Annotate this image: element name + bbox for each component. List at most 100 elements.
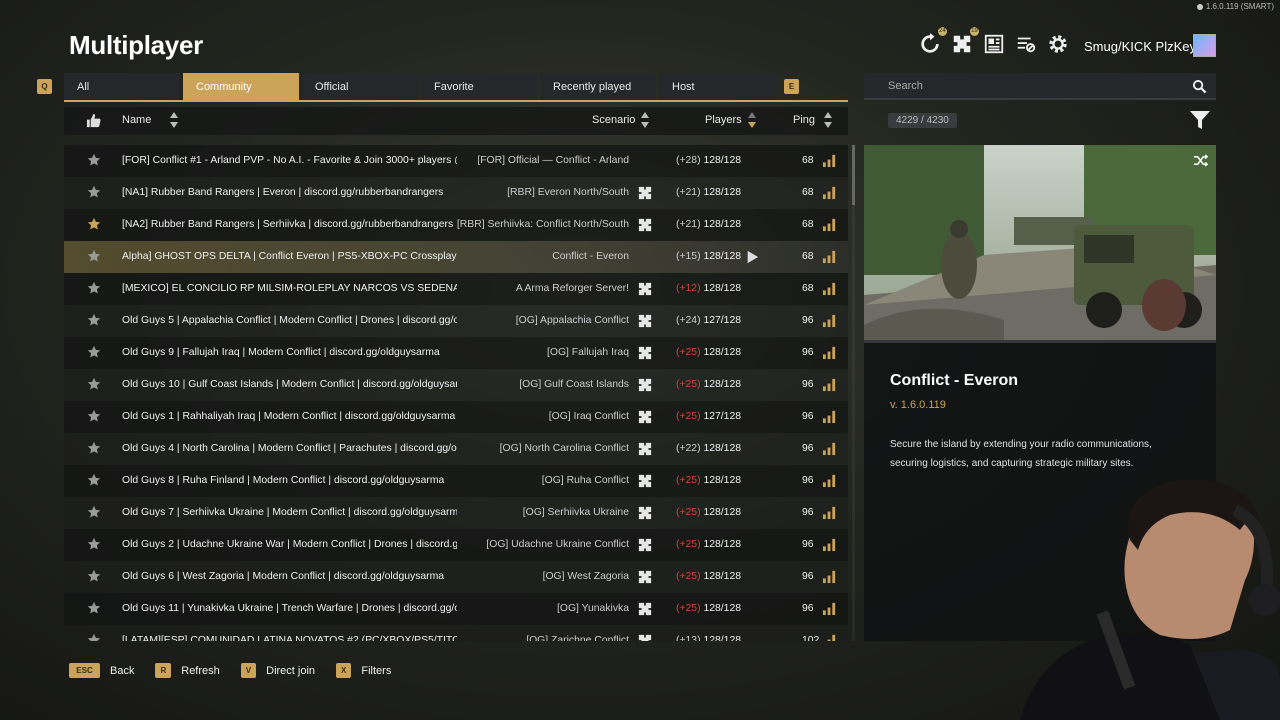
server-row[interactable]: Old Guys 9 | Fallujah Iraq | Modern Conf… bbox=[64, 337, 848, 369]
favorite-star-icon[interactable] bbox=[87, 505, 101, 519]
server-players: (+25) 128/128 bbox=[676, 347, 741, 358]
gear-icon[interactable] bbox=[1046, 32, 1070, 56]
server-name: Old Guys 2 | Udachne Ukraine War | Moder… bbox=[122, 539, 457, 550]
favorite-star-icon[interactable] bbox=[87, 633, 101, 641]
favorite-star-icon[interactable] bbox=[87, 281, 101, 295]
top-toolbar: 24 19 bbox=[918, 27, 1070, 56]
favorite-star-icon[interactable] bbox=[87, 441, 101, 455]
favorite-star-icon[interactable] bbox=[87, 569, 101, 583]
prev-tab-key-hint[interactable]: Q bbox=[37, 79, 52, 94]
signal-strength-icon bbox=[827, 634, 836, 641]
tab-official[interactable]: Official bbox=[302, 73, 418, 100]
favorite-star-icon[interactable] bbox=[87, 249, 101, 263]
avatar[interactable] bbox=[1193, 34, 1216, 57]
column-ping[interactable]: Ping bbox=[793, 114, 815, 126]
search-input[interactable]: Search bbox=[864, 73, 1216, 100]
signal-strength-icon bbox=[822, 506, 836, 520]
thumbs-up-icon[interactable] bbox=[86, 113, 101, 128]
tasks-icon[interactable] bbox=[1014, 32, 1038, 56]
favorite-star-icon[interactable] bbox=[87, 473, 101, 487]
scrollbar-thumb[interactable] bbox=[852, 145, 855, 205]
favorite-star-icon[interactable] bbox=[87, 313, 101, 327]
player-queue: (+25) bbox=[676, 603, 701, 614]
news-icon[interactable] bbox=[982, 32, 1006, 56]
server-row[interactable]: Old Guys 6 | West Zagoria | Modern Confl… bbox=[64, 561, 848, 593]
mods-icon bbox=[638, 378, 652, 392]
filter-icon[interactable] bbox=[1188, 108, 1212, 132]
filters-button[interactable]: X Filters bbox=[336, 663, 391, 678]
server-name: Old Guys 8 | Ruha Finland | Modern Confl… bbox=[122, 475, 445, 486]
favorite-star-icon[interactable] bbox=[87, 185, 101, 199]
server-scenario: [OG] Fallujah Iraq bbox=[546, 347, 629, 358]
player-queue: (+28) bbox=[676, 155, 701, 166]
tab-recently-played[interactable]: Recently played bbox=[540, 73, 656, 100]
server-row[interactable]: [LATAM][ESP] COMUNIDAD LATINA NOVATOS #2… bbox=[64, 625, 848, 641]
server-row[interactable]: Old Guys 2 | Udachne Ukraine War | Moder… bbox=[64, 529, 848, 561]
server-scenario: [FOR] Official — Conflict - Arland bbox=[477, 155, 629, 166]
tab-community[interactable]: Community bbox=[183, 73, 299, 100]
server-row[interactable]: Alpha] GHOST OPS DELTA | Conflict Everon… bbox=[64, 241, 848, 273]
server-row[interactable]: Old Guys 10 | Gulf Coast Islands | Moder… bbox=[64, 369, 848, 401]
player-count: 128/128 bbox=[703, 155, 741, 166]
direct-join-button[interactable]: V Direct join bbox=[240, 663, 315, 678]
sort-icon[interactable] bbox=[824, 112, 832, 128]
player-count: 128/128 bbox=[703, 187, 741, 198]
server-row[interactable]: [MEXICO] EL CONCILIO RP MILSIM-ROLEPLAY … bbox=[64, 273, 848, 305]
player-count: 128/128 bbox=[703, 443, 741, 454]
search-placeholder: Search bbox=[888, 79, 923, 92]
tab-all[interactable]: All bbox=[64, 73, 180, 100]
server-row[interactable]: [NA2] Rubber Band Rangers | Serhiivka | … bbox=[64, 209, 848, 241]
server-row[interactable]: Old Guys 5 | Appalachia Conflict | Moder… bbox=[64, 305, 848, 337]
next-tab-key-hint[interactable]: E bbox=[784, 79, 799, 94]
player-queue: (+21) bbox=[676, 187, 701, 198]
player-count: 128/128 bbox=[703, 283, 741, 294]
favorite-star-icon[interactable] bbox=[87, 153, 101, 167]
server-players: (+24) 127/128 bbox=[676, 315, 741, 326]
server-scenario: [RBR] Everon North/South bbox=[507, 187, 629, 198]
favorite-star-icon[interactable] bbox=[87, 601, 101, 615]
username[interactable]: Smug/KICK PlzKeyz bbox=[1084, 39, 1203, 54]
tab-host[interactable]: Host bbox=[659, 73, 775, 100]
column-name[interactable]: Name bbox=[122, 114, 151, 126]
favorite-star-icon[interactable] bbox=[87, 217, 101, 231]
favorite-star-icon[interactable] bbox=[87, 377, 101, 391]
server-ping: 96 bbox=[802, 571, 814, 582]
sort-icon[interactable] bbox=[641, 112, 649, 128]
mods-icon bbox=[638, 474, 652, 488]
server-row[interactable]: Old Guys 8 | Ruha Finland | Modern Confl… bbox=[64, 465, 848, 497]
server-ping: 96 bbox=[802, 379, 814, 390]
column-players[interactable]: Players bbox=[705, 114, 742, 126]
mods-icon bbox=[638, 282, 652, 296]
play-icon[interactable] bbox=[745, 250, 759, 264]
shuffle-icon[interactable] bbox=[1193, 153, 1208, 168]
favorite-star-icon[interactable] bbox=[87, 345, 101, 359]
server-scenario: [OG] Zarichne Conflict bbox=[526, 635, 629, 641]
back-button[interactable]: ESC Back bbox=[69, 663, 134, 678]
scenario-title: Conflict - Everon bbox=[890, 372, 1019, 389]
server-row[interactable]: Old Guys 11 | Yunakivka Ukraine | Trench… bbox=[64, 593, 848, 625]
tab-favorite[interactable]: Favorite bbox=[421, 73, 537, 100]
server-name: Old Guys 10 | Gulf Coast Islands | Moder… bbox=[122, 379, 457, 390]
server-row[interactable]: [NA1] Rubber Band Rangers | Everon | dis… bbox=[64, 177, 848, 209]
key-hint: X bbox=[336, 663, 352, 678]
server-row[interactable]: Old Guys 1 | Rahhaliyah Iraq | Modern Co… bbox=[64, 401, 848, 433]
favorite-star-icon[interactable] bbox=[87, 537, 101, 551]
mods-icon bbox=[638, 442, 652, 456]
refresh-badge: 24 bbox=[938, 27, 947, 36]
mods-icon[interactable]: 19 bbox=[950, 27, 979, 56]
list-scrollbar[interactable] bbox=[852, 145, 855, 641]
server-scenario: [OG] Ruha Conflict bbox=[541, 475, 629, 486]
mods-icon bbox=[638, 186, 652, 200]
sort-icon[interactable] bbox=[748, 112, 756, 128]
favorite-star-icon[interactable] bbox=[87, 409, 101, 423]
search-icon[interactable] bbox=[1192, 79, 1207, 94]
filters-label: Filters bbox=[361, 664, 392, 677]
column-scenario[interactable]: Scenario bbox=[592, 114, 635, 126]
server-list: [FOR] Conflict #1 - Arland PVP - No A.I.… bbox=[64, 145, 848, 641]
refresh-icon[interactable]: 24 bbox=[918, 27, 947, 56]
server-row[interactable]: [FOR] Conflict #1 - Arland PVP - No A.I.… bbox=[64, 145, 848, 177]
server-row[interactable]: Old Guys 4 | North Carolina | Modern Con… bbox=[64, 433, 848, 465]
server-row[interactable]: Old Guys 7 | Serhiivka Ukraine | Modern … bbox=[64, 497, 848, 529]
refresh-button[interactable]: R Refresh bbox=[155, 663, 220, 678]
sort-icon[interactable] bbox=[170, 112, 178, 128]
